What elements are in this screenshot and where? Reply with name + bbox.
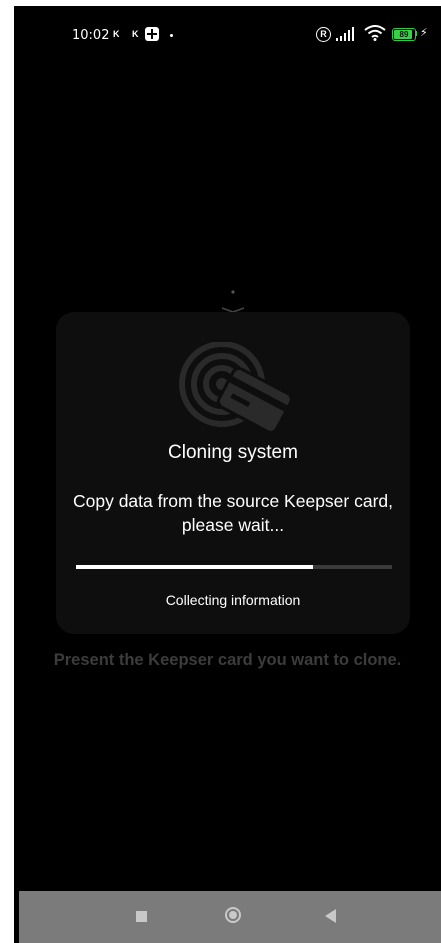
status-time: 10:02 <box>72 28 110 43</box>
progress-status: Collecting information <box>165 592 301 608</box>
more-dot-icon <box>170 34 173 37</box>
notification-k-icon: K <box>113 29 120 39</box>
phone-screen: 10:02 K K R 89 ⚡ Cloning system Copy dat… <box>14 6 441 943</box>
dialog-title: Cloning system <box>168 442 298 463</box>
nfc-card-icon <box>179 342 290 432</box>
battery-tip <box>415 31 417 36</box>
notification-k-icon-2: K <box>132 29 139 39</box>
wifi-icon <box>364 25 386 41</box>
instruction-text: Present the Keepser card you want to clo… <box>53 651 402 669</box>
back-icon[interactable] <box>325 909 336 923</box>
recent-apps-icon[interactable] <box>136 911 147 922</box>
dialog-message: Copy data from the source Keepser card, … <box>72 491 394 535</box>
home-icon[interactable] <box>225 907 241 923</box>
battery-icon: 89 <box>392 28 416 41</box>
progress-bar <box>76 565 392 569</box>
cloning-dialog: Cloning system Copy data from the source… <box>56 312 410 634</box>
charging-bolt-icon: ⚡ <box>420 27 428 39</box>
status-bar: 10:02 K K R 89 ⚡ <box>14 6 441 56</box>
registered-icon: R <box>316 27 331 42</box>
battery-level: 89 <box>399 30 409 39</box>
signal-icon <box>336 27 354 41</box>
progress-fill <box>76 565 313 569</box>
navigation-bar <box>19 891 441 943</box>
app-grid-icon <box>145 27 159 41</box>
